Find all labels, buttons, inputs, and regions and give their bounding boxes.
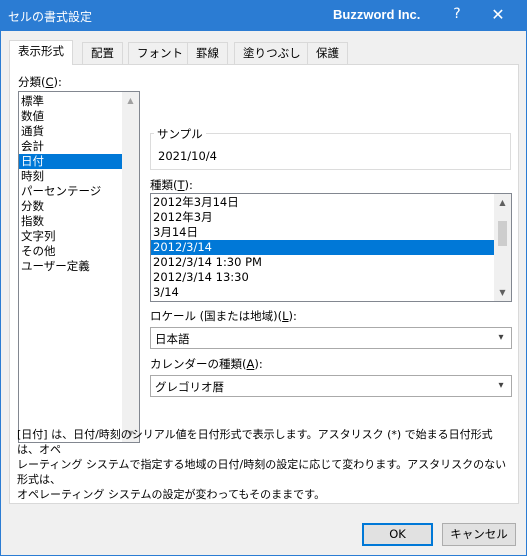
list-item[interactable]: ユーザー定義	[19, 259, 139, 274]
description-line: [日付] は、日付/時刻のシリアル値を日付形式で表示します。アスタリスク (*)…	[17, 428, 493, 456]
calendar-label: カレンダーの種類(A):	[150, 356, 263, 372]
category-label-end: ):	[53, 75, 62, 89]
list-item[interactable]: 2012年3月14日	[151, 195, 494, 210]
tab-label: 罫線	[196, 46, 219, 60]
chevron-down-icon[interactable]: ▾	[491, 328, 511, 348]
category-label-accel: C	[45, 75, 54, 89]
list-item[interactable]: 2012/3/14 1:30 PM	[151, 255, 494, 270]
calendar-select[interactable]: グレゴリオ暦 ▾	[150, 375, 512, 397]
tab-number-format[interactable]: 表示形式	[9, 40, 73, 65]
tab-label: 保護	[316, 46, 339, 60]
locale-label: ロケール (国または地域)(L):	[150, 308, 297, 324]
tab-label: 配置	[91, 46, 114, 60]
category-label: 分類(C):	[18, 74, 62, 90]
tab-label: 塗りつぶし	[243, 46, 301, 60]
locale-select[interactable]: 日本語 ▾	[150, 327, 512, 349]
list-item[interactable]: 日付	[19, 154, 139, 169]
type-label: 種類(T):	[150, 177, 193, 193]
list-item[interactable]: 数値	[19, 109, 139, 124]
category-scrollbar[interactable]: ▲ ▼	[122, 92, 139, 442]
type-list[interactable]: 2012年3月14日 2012年3月 3月14日 2012/3/14 2012/3/14…	[150, 193, 512, 302]
type-label-accel: T	[177, 178, 185, 192]
type-scrollbar[interactable]: ▲ ▼	[494, 194, 511, 301]
cancel-button[interactable]: キャンセル	[442, 523, 516, 546]
description-line: レーティング システムで指定する地域の日付/時刻の設定に応じて変わります。アスタ…	[17, 458, 507, 486]
tab-alignment[interactable]: 配置	[82, 42, 123, 64]
list-item[interactable]: その他	[19, 244, 139, 259]
format-description: [日付] は、日付/時刻のシリアル値を日付形式で表示します。アスタリスク (*)…	[17, 427, 511, 502]
list-item[interactable]: パーセンテージ	[19, 184, 139, 199]
list-item[interactable]: 標準	[19, 94, 139, 109]
list-item[interactable]: 3月14日	[151, 225, 494, 240]
calendar-value: グレゴリオ暦	[155, 380, 224, 394]
dialog-body: 表示形式 配置 フォント 罫線 塗りつぶし 保護 分類(C): 標準 数値 通貨 会計…	[0, 31, 527, 556]
app-name: Buzzword Inc.	[333, 7, 421, 22]
tab-font[interactable]: フォント	[128, 42, 192, 64]
calendar-label-text: カレンダーの種類(	[150, 357, 247, 371]
tab-protection[interactable]: 保護	[307, 42, 348, 64]
chevron-down-icon[interactable]: ▾	[491, 376, 511, 396]
calendar-label-end: ):	[254, 357, 263, 371]
sample-label: サンプル	[154, 126, 206, 142]
scroll-up-icon[interactable]: ▲	[494, 194, 511, 211]
scroll-thumb[interactable]	[498, 221, 507, 246]
tab-label: フォント	[137, 46, 183, 60]
list-item[interactable]: 分数	[19, 199, 139, 214]
locale-label-text: ロケール (国または地域)(	[150, 309, 283, 323]
scroll-up-icon[interactable]: ▲	[122, 92, 139, 109]
list-item[interactable]: 3/14	[151, 285, 494, 300]
ok-button[interactable]: OK	[362, 523, 433, 546]
list-item[interactable]: 指数	[19, 214, 139, 229]
list-item[interactable]: 2012/3/14	[151, 240, 494, 255]
type-label-end: ):	[184, 178, 193, 192]
locale-value: 日本語	[155, 332, 190, 346]
scroll-down-icon[interactable]: ▼	[494, 284, 511, 301]
close-button[interactable]: ✕	[484, 5, 512, 24]
category-list[interactable]: 標準 数値 通貨 会計 日付 時刻 パーセンテージ 分数 指数 文字列 その他 ユーザー定義 ▲ ▼	[18, 91, 140, 443]
tab-label: 表示形式	[18, 44, 64, 58]
tab-border[interactable]: 罫線	[187, 42, 228, 64]
list-item[interactable]: 文字列	[19, 229, 139, 244]
list-item[interactable]: 時刻	[19, 169, 139, 184]
description-line: オペレーティング システムの設定が変わってもそのままです。	[17, 488, 326, 501]
sample-value: 2021/10/4	[158, 149, 217, 163]
locale-label-end: ):	[288, 309, 297, 323]
list-item[interactable]: 2012年3月	[151, 210, 494, 225]
dialog-title: セルの書式設定	[8, 10, 93, 24]
title-bar: セルの書式設定 Buzzword Inc. ? ✕	[0, 0, 527, 31]
list-item[interactable]: 会計	[19, 139, 139, 154]
category-label-text: 分類(	[18, 75, 46, 89]
tab-fill[interactable]: 塗りつぶし	[234, 42, 310, 64]
list-item[interactable]: 通貨	[19, 124, 139, 139]
list-item[interactable]: 2012/3/14 13:30	[151, 270, 494, 285]
help-button[interactable]: ?	[446, 6, 468, 22]
type-label-text: 種類(	[150, 178, 178, 192]
